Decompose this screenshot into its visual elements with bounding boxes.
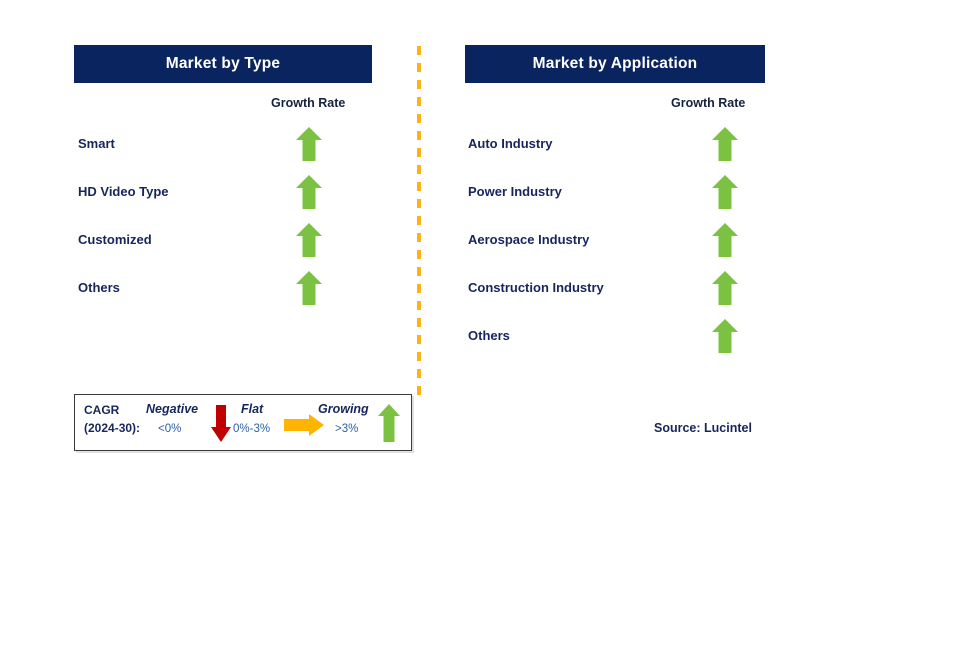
up-arrow-icon	[711, 270, 739, 306]
vertical-dashed-divider	[417, 46, 421, 396]
legend-label-growing: Growing	[318, 402, 369, 416]
legend-value-growing: >3%	[335, 423, 359, 435]
legend-label-negative: Negative	[146, 402, 199, 416]
growth-rate-caption-application: Growth Rate	[671, 96, 746, 110]
up-arrow-icon	[295, 270, 323, 306]
up-arrow-icon	[711, 222, 739, 258]
up-arrow-icon	[295, 222, 323, 258]
panel-header-market-by-type: Market by Type	[74, 45, 372, 83]
segment-label-hd-video-type: HD Video Type	[78, 184, 169, 199]
up-arrow-icon	[711, 126, 739, 162]
source-attribution: Source: Lucintel	[654, 421, 752, 435]
legend-value-flat: 0%-3%	[233, 423, 271, 435]
legend-label-flat: Flat	[241, 402, 264, 416]
segment-label-construction-industry: Construction Industry	[468, 280, 604, 295]
up-arrow-icon	[711, 318, 739, 354]
right-arrow-icon	[283, 413, 325, 437]
segment-label-smart: Smart	[78, 136, 115, 151]
segment-label-customized: Customized	[78, 232, 152, 247]
segment-label-others-application: Others	[468, 328, 510, 343]
down-arrow-icon	[210, 403, 232, 443]
infographic-canvas: Market by Type Growth Rate Smart HD Vide…	[0, 0, 957, 672]
up-arrow-icon	[711, 174, 739, 210]
panel-header-market-by-application: Market by Application	[465, 45, 765, 83]
legend-title-cagr: CAGR	[84, 403, 120, 417]
segment-label-others-type: Others	[78, 280, 120, 295]
up-arrow-icon	[377, 403, 401, 443]
up-arrow-icon	[295, 126, 323, 162]
growth-rate-caption-type: Growth Rate	[271, 96, 346, 110]
segment-label-aerospace-industry: Aerospace Industry	[468, 232, 590, 247]
segment-label-power-industry: Power Industry	[468, 184, 562, 199]
up-arrow-icon	[295, 174, 323, 210]
legend-title-period: (2024-30):	[84, 421, 141, 435]
segment-label-auto-industry: Auto Industry	[468, 136, 553, 151]
cagr-legend-box: CAGR (2024-30): Negative <0% Flat 0%-3% …	[74, 394, 412, 451]
legend-value-negative: <0%	[158, 423, 182, 435]
